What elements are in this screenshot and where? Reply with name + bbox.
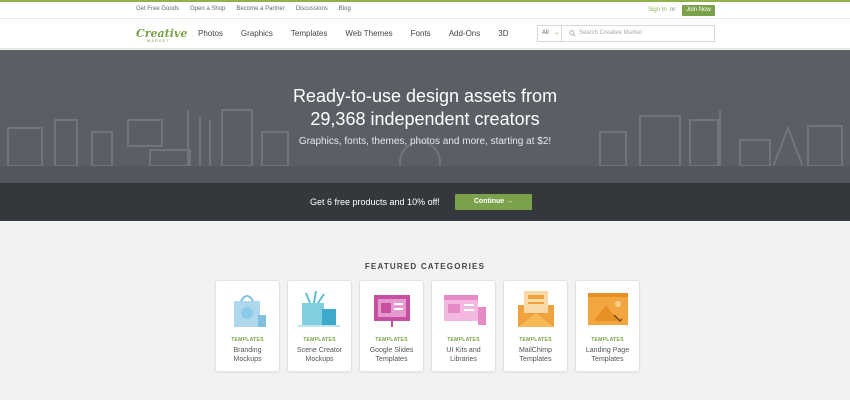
search-icon (569, 30, 576, 37)
creative-market-logo[interactable]: Creative MARKET (136, 24, 187, 46)
envelope-icon (518, 291, 554, 327)
category-name-line-1: Scene Creator (296, 347, 343, 354)
category-name-line-2: Mockups (233, 356, 262, 363)
category-name-line-1: MailChimp (518, 347, 553, 354)
shopping-bag-icon (234, 295, 266, 327)
nav-item-fonts[interactable]: Fonts (411, 29, 431, 38)
category-card-branding-mockups[interactable]: TEMPLATES Branding Mockups (215, 280, 280, 372)
category-kind: TEMPLATES (447, 337, 480, 343)
utility-links: Get Free Goods Open a Shop Become a Part… (136, 6, 351, 12)
category-card-google-slides-templates[interactable]: TEMPLATES Google Slides Templates (359, 280, 424, 372)
category-name-line-2: Libraries (450, 356, 477, 363)
category-name-line-2: Mockups (305, 356, 334, 363)
nav-item-photos[interactable]: Photos (198, 29, 223, 38)
nav-item-web-themes[interactable]: Web Themes (345, 29, 392, 38)
open-shop-link[interactable]: Open a Shop (190, 6, 225, 12)
category-kind: TEMPLATES (375, 337, 408, 343)
category-card-mailchimp-templates[interactable]: TEMPLATES MailChimp Templates (503, 280, 568, 372)
hero-title-line-1: Ready-to-use design assets from (292, 86, 558, 106)
blog-link[interactable]: Blog (339, 6, 351, 12)
search-scope-select[interactable]: All ⌄ (538, 26, 562, 41)
or-text: or (670, 7, 676, 13)
search-input[interactable]: Search Creative Market (579, 30, 642, 36)
search-scope-value: All (542, 30, 549, 36)
category-name-line-1: Google Slides (369, 347, 414, 354)
nav-item-templates[interactable]: Templates (291, 29, 327, 38)
category-name: Google Slides Templates (362, 346, 421, 364)
category-nav: Photos Graphics Templates Web Themes Fon… (198, 29, 527, 38)
hero-subtitle: Graphics, fonts, themes, photos and more… (298, 136, 552, 147)
chevron-down-icon: ⌄ (554, 30, 560, 36)
category-card-scene-creator-mockups[interactable]: TEMPLATES Scene Creator Mockups (287, 280, 352, 372)
category-name: Branding Mockups (218, 346, 277, 364)
category-name-line-2: Templates (375, 356, 408, 363)
category-card-landing-page-templates[interactable]: TEMPLATES Landing Page Templates (575, 280, 640, 372)
featured-categories-list: TEMPLATES Branding Mockups TEMPLATES Sce… (215, 280, 640, 372)
scene-creator-icon (298, 290, 340, 327)
get-free-goods-link[interactable]: Get Free Goods (136, 6, 179, 12)
category-name-line-1: Branding (233, 347, 262, 354)
hero-banner: Ready-to-use design assets from 29,368 i… (0, 50, 850, 183)
hero-title: Ready-to-use design assets from 29,368 i… (0, 85, 850, 131)
category-name: Scene Creator Mockups (290, 346, 349, 364)
category-kind: TEMPLATES (231, 337, 264, 343)
promo-text: Get 6 free products and 10% off! (310, 197, 440, 207)
top-utility-bar: Get Free Goods Open a Shop Become a Part… (0, 0, 850, 19)
featured-categories-heading: FEATURED CATEGORIES (364, 262, 486, 271)
discussions-link[interactable]: Discussions (296, 6, 328, 12)
join-now-button[interactable]: Join Now (682, 5, 715, 16)
category-name-line-2: Templates (591, 356, 624, 363)
logo-subtitle: MARKET (147, 38, 170, 43)
category-kind: TEMPLATES (519, 337, 552, 343)
category-name: UI Kits and Libraries (434, 346, 493, 364)
become-partner-link[interactable]: Become a Partner (236, 6, 284, 12)
landing-page-icon (588, 293, 628, 325)
category-name-line-1: Landing Page (585, 347, 630, 354)
continue-button[interactable]: Continue → (455, 194, 532, 210)
category-kind: TEMPLATES (591, 337, 624, 343)
hero-title-line-2: 29,368 independent creators (310, 109, 540, 129)
nav-item-3d[interactable]: 3D (498, 29, 508, 38)
nav-item-graphics[interactable]: Graphics (241, 29, 273, 38)
ui-kit-icon (444, 295, 486, 325)
search-bar: All ⌄ Search Creative Market (537, 25, 715, 42)
category-name-line-1: UI Kits and (446, 347, 481, 354)
category-name: Landing Page Templates (578, 346, 637, 364)
sign-in-link[interactable]: Sign In (648, 7, 667, 13)
category-card-ui-kits-libraries[interactable]: TEMPLATES UI Kits and Libraries (431, 280, 496, 372)
presentation-icon (374, 295, 410, 327)
nav-item-add-ons[interactable]: Add-Ons (449, 29, 481, 38)
promo-strip: Get 6 free products and 10% off! Continu… (0, 183, 850, 221)
category-name: MailChimp Templates (506, 346, 565, 364)
category-name-line-2: Templates (519, 356, 552, 363)
main-nav: Creative MARKET Photos Graphics Template… (0, 19, 850, 49)
category-kind: TEMPLATES (303, 337, 336, 343)
